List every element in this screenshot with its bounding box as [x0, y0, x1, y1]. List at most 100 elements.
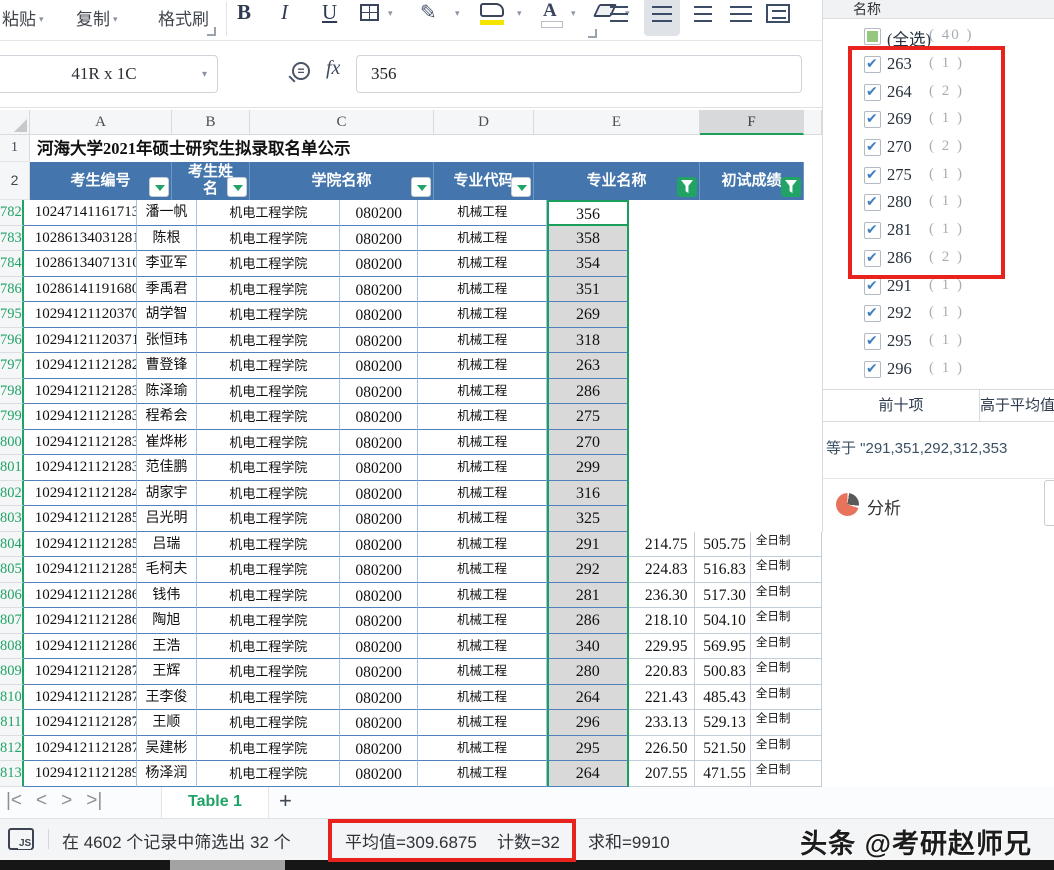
cell-college[interactable]: 机电工程学院	[197, 430, 340, 456]
cell-initial-score[interactable]: 316	[547, 481, 629, 507]
cell-name[interactable]: 胡学智	[137, 302, 198, 328]
cell-study-mode[interactable]	[750, 404, 822, 430]
cell-major-name[interactable]: 机械工程	[418, 455, 547, 481]
cell-exam-id[interactable]: 102941211212867	[24, 608, 137, 634]
cell-total-score[interactable]	[695, 277, 750, 303]
cell-name[interactable]: 季禹君	[137, 277, 198, 303]
cell-study-mode[interactable]: 全日制	[750, 634, 822, 660]
chevron-down-icon[interactable]: ▾	[202, 57, 207, 93]
row-number[interactable]: 812	[0, 736, 24, 762]
name-box[interactable]: 41R x 1C▾	[0, 55, 218, 93]
filter-funnel-icon[interactable]	[781, 177, 801, 197]
cell-major-name[interactable]: 机械工程	[418, 404, 547, 430]
header-cell-major-name[interactable]: 专业名称	[534, 162, 700, 200]
cell-college[interactable]: 机电工程学院	[197, 685, 340, 711]
cell-study-mode[interactable]	[750, 353, 822, 379]
cell-initial-score[interactable]: 358	[547, 226, 629, 252]
cell-total-score[interactable]: 485.43	[694, 685, 749, 711]
checkbox-checked[interactable]	[864, 361, 881, 378]
cell-total-score[interactable]	[695, 481, 750, 507]
row-number[interactable]: 797	[0, 353, 24, 379]
insert-function-fx-icon[interactable]: fx	[326, 57, 340, 80]
row-number[interactable]: 802	[0, 481, 24, 507]
cell-retest-score[interactable]	[629, 404, 695, 430]
cell-study-mode[interactable]: 全日制	[750, 659, 822, 685]
row-number[interactable]: 798	[0, 379, 24, 405]
copy-button[interactable]: 复制▾	[76, 5, 118, 30]
cell-major-code[interactable]: 080200	[340, 659, 418, 685]
cell-college[interactable]: 机电工程学院	[197, 583, 340, 609]
cell-major-name[interactable]: 机械工程	[418, 685, 547, 711]
chevron-down-icon[interactable]: ▾	[455, 8, 460, 19]
cell-study-mode[interactable]: 全日制	[750, 532, 822, 558]
cell-major-name[interactable]: 机械工程	[418, 608, 547, 634]
cell-initial-score[interactable]: 354	[547, 251, 629, 277]
cell-name[interactable]: 吕光明	[137, 506, 198, 532]
cell-major-name[interactable]: 机械工程	[418, 532, 547, 558]
cell-retest-score[interactable]: 214.75	[629, 532, 695, 558]
cell-total-score[interactable]: 517.30	[694, 583, 749, 609]
cell-total-score[interactable]: 569.95	[694, 634, 749, 660]
cell-college[interactable]: 机电工程学院	[197, 557, 340, 583]
cell-total-score[interactable]	[695, 353, 750, 379]
cell-initial-score[interactable]: 299	[547, 455, 629, 481]
dialog-launcher-icon[interactable]	[588, 29, 597, 38]
cell-college[interactable]: 机电工程学院	[197, 404, 340, 430]
cell-college[interactable]: 机电工程学院	[197, 302, 340, 328]
cell-total-score[interactable]: 471.55	[694, 761, 749, 787]
cell-major-code[interactable]: 080200	[340, 532, 418, 558]
cell-major-code[interactable]: 080200	[340, 634, 418, 660]
cell-exam-id[interactable]: 102941211212829	[24, 353, 137, 379]
cell-major-name[interactable]: 机械工程	[418, 226, 547, 252]
cell-retest-score[interactable]: 226.50	[629, 736, 695, 762]
cell-initial-score[interactable]: 264	[547, 761, 629, 787]
filter-value-item[interactable]: 292 ( 1 )	[823, 301, 1054, 329]
header-cell-exam-id[interactable]: 考生编号	[30, 162, 172, 200]
cell-study-mode[interactable]	[750, 379, 822, 405]
borders-button[interactable]	[360, 4, 379, 21]
dialog-launcher-icon[interactable]	[207, 27, 216, 36]
cell-name[interactable]: 张恒玮	[137, 328, 198, 354]
cell-exam-id[interactable]: 102471411617136	[24, 200, 137, 226]
cell-retest-score[interactable]	[629, 506, 695, 532]
cell-major-code[interactable]: 080200	[340, 583, 418, 609]
row-number[interactable]: 801	[0, 455, 24, 481]
cell-name[interactable]: 钱伟	[137, 583, 198, 609]
cell-name[interactable]: 程希会	[137, 404, 198, 430]
cell-retest-score[interactable]: 220.83	[629, 659, 695, 685]
cell-name[interactable]: 李亚军	[137, 251, 198, 277]
cell-total-score[interactable]	[695, 379, 750, 405]
cell-college[interactable]: 机电工程学院	[197, 277, 340, 303]
cell-exam-id[interactable]: 102941211212890	[24, 761, 137, 787]
cell-study-mode[interactable]: 全日制	[750, 583, 822, 609]
row-number[interactable]: 784	[0, 251, 24, 277]
cell-major-code[interactable]: 080200	[340, 430, 418, 456]
cell-initial-score[interactable]: 318	[547, 328, 629, 354]
row-number[interactable]: 805	[0, 557, 24, 583]
cell-initial-score[interactable]: 356	[547, 200, 629, 226]
cell-retest-score[interactable]: 224.83	[629, 557, 695, 583]
cell-retest-score[interactable]	[629, 455, 695, 481]
row-number[interactable]: 800	[0, 430, 24, 456]
cell-total-score[interactable]	[695, 226, 750, 252]
column-header-c[interactable]: C	[250, 110, 434, 135]
cell-initial-score[interactable]: 263	[547, 353, 629, 379]
bold-button[interactable]: B	[237, 0, 251, 25]
merge-cells-button[interactable]	[766, 4, 790, 23]
cell-name[interactable]: 杨泽润	[137, 761, 198, 787]
cell-major-code[interactable]: 080200	[340, 200, 418, 226]
row-number[interactable]: 807	[0, 608, 24, 634]
cell-initial-score[interactable]: 296	[547, 710, 629, 736]
cell-major-name[interactable]: 机械工程	[418, 481, 547, 507]
row-number[interactable]: 796	[0, 328, 24, 354]
cell-college[interactable]: 机电工程学院	[197, 608, 340, 634]
select-all-corner[interactable]	[0, 110, 30, 135]
cell-initial-score[interactable]: 295	[547, 736, 629, 762]
checkbox-checked[interactable]	[864, 333, 881, 350]
cell-initial-score[interactable]: 270	[547, 430, 629, 456]
cell-study-mode[interactable]	[750, 277, 822, 303]
row-number[interactable]: 1	[0, 135, 30, 162]
paste-button[interactable]: 粘贴▾	[2, 5, 44, 30]
cell-retest-score[interactable]	[629, 302, 695, 328]
cell-initial-score[interactable]: 292	[547, 557, 629, 583]
